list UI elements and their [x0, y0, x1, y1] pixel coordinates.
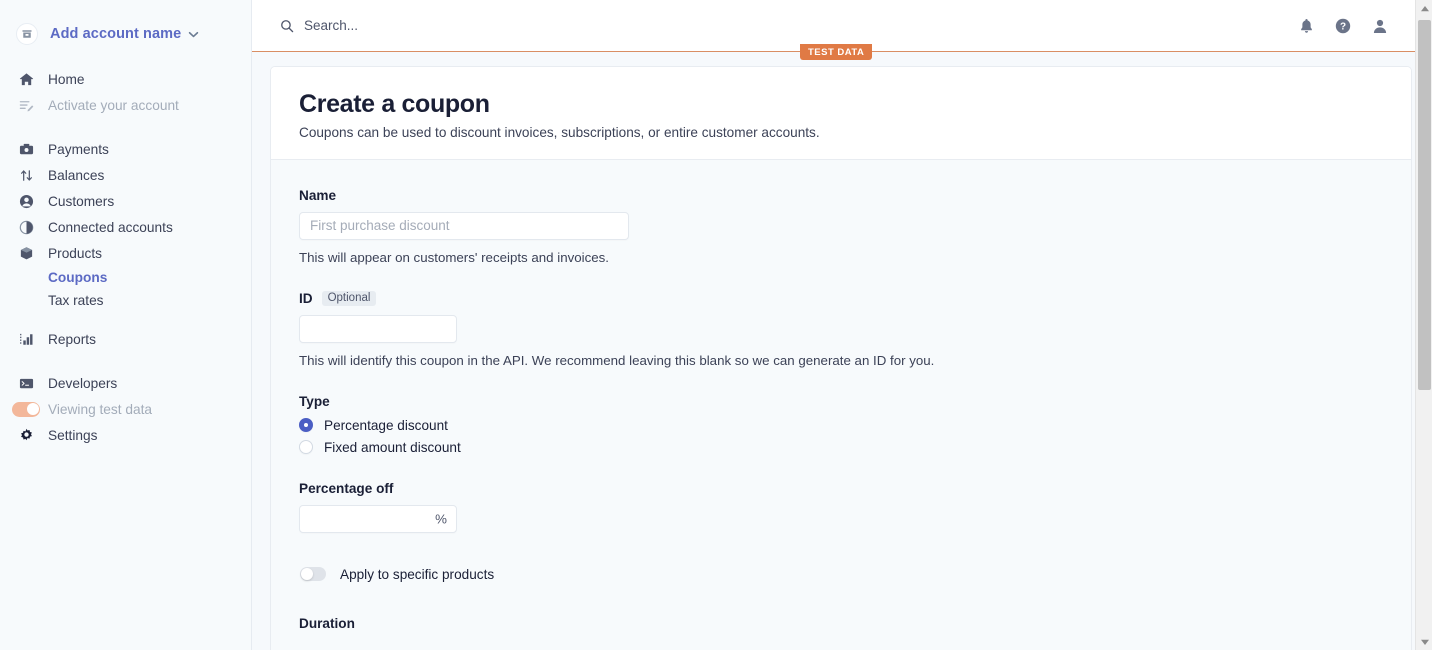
svg-text:?: ? [1340, 21, 1346, 32]
sidebar-item-label: Customers [48, 193, 115, 209]
percentage-off-input-wrap: % [299, 504, 457, 533]
sidebar-item-products[interactable]: Products [0, 240, 251, 266]
field-name: Name This will appear on customers' rece… [299, 188, 1383, 265]
content-scroll-area: Create a coupon Coupons can be used to d… [252, 52, 1432, 650]
sidebar: Add account name Home Activate your acco… [0, 0, 251, 650]
name-helper-text: This will appear on customers' receipts … [299, 249, 609, 265]
toggle-label: Apply to specific products [340, 566, 495, 582]
search-input[interactable]: Search... [280, 18, 1299, 33]
payments-icon [16, 142, 36, 157]
coupon-form-card: Create a coupon Coupons can be used to d… [270, 66, 1412, 650]
sidebar-item-customers[interactable]: Customers [0, 188, 251, 214]
sidebar-item-label: Payments [48, 141, 109, 157]
customers-icon [16, 194, 36, 209]
radio-label: Fixed amount discount [324, 439, 461, 455]
main-area: Search... ? TEST DATA Create a coupon Co… [251, 0, 1432, 650]
field-duration: Duration [299, 616, 1383, 631]
id-helper-text: This will identify this coupon in the AP… [299, 352, 935, 368]
products-icon [16, 246, 36, 261]
connected-accounts-icon [16, 220, 36, 235]
radio-mark-icon [299, 440, 313, 455]
radio-mark-icon [299, 418, 313, 433]
scroll-down-arrow-icon[interactable] [1416, 633, 1432, 650]
account-switcher[interactable]: Add account name [0, 12, 251, 52]
test-data-toggle[interactable] [12, 401, 40, 417]
sidebar-item-label: Balances [48, 167, 105, 183]
nav-group-reports: Reports [0, 326, 251, 352]
sidebar-item-label: Viewing test data [48, 401, 152, 417]
id-label-text: ID [299, 290, 313, 306]
field-percentage-off: Percentage off % [299, 481, 1383, 533]
sidebar-item-connected-accounts[interactable]: Connected accounts [0, 214, 251, 240]
name-label: Name [299, 187, 337, 203]
sidebar-item-viewing-test-data[interactable]: Viewing test data [0, 396, 251, 422]
sidebar-item-label: Activate your account [48, 97, 179, 113]
field-type: Type Percentage discount Fixed amount di… [299, 394, 1383, 455]
card-body: Name This will appear on customers' rece… [271, 159, 1411, 650]
sidebar-item-activate-your-account[interactable]: Activate your account [0, 92, 251, 118]
home-icon [16, 72, 36, 87]
duration-label: Duration [299, 615, 355, 631]
card-header: Create a coupon Coupons can be used to d… [271, 67, 1411, 160]
help-icon[interactable]: ? [1335, 18, 1351, 34]
sidebar-item-label: Settings [48, 427, 98, 443]
optional-badge: Optional [321, 290, 377, 306]
search-placeholder: Search... [304, 18, 359, 33]
nav-group-bottom: Developers Viewing test data Settings [0, 370, 251, 448]
page-subtitle: Coupons can be used to discount invoices… [299, 124, 820, 140]
nav-group-primary: Home Activate your account [0, 66, 251, 118]
store-icon [16, 23, 38, 45]
page-title: Create a coupon [299, 90, 490, 118]
toggle-switch-icon [300, 567, 326, 582]
nav-group-business: Payments Balances Customers Connected ac… [0, 136, 251, 312]
activate-icon [16, 98, 36, 113]
sidebar-item-balances[interactable]: Balances [0, 162, 251, 188]
radio-percentage-discount[interactable]: Percentage discount [299, 418, 1383, 433]
chevron-down-icon [188, 31, 199, 38]
sidebar-item-reports[interactable]: Reports [0, 326, 251, 352]
radio-label: Percentage discount [324, 417, 448, 433]
sidebar-item-developers[interactable]: Developers [0, 370, 251, 396]
developers-icon [16, 376, 36, 391]
sidebar-item-label: Developers [48, 375, 118, 391]
gear-icon [16, 428, 36, 443]
sidebar-item-payments[interactable]: Payments [0, 136, 251, 162]
sidebar-item-label: Products [48, 245, 103, 261]
account-icon[interactable] [1372, 18, 1388, 34]
sidebar-subitem-label: Tax rates [48, 293, 104, 308]
scroll-up-arrow-icon[interactable] [1416, 0, 1432, 17]
sidebar-item-label: Connected accounts [48, 219, 173, 235]
reports-icon [16, 332, 36, 347]
bell-icon[interactable] [1299, 18, 1314, 34]
field-id: ID Optional This will identify this coup… [299, 290, 1383, 368]
sidebar-item-coupons[interactable]: Coupons [0, 266, 251, 289]
topbar-actions: ? [1299, 18, 1388, 34]
app-root: Add account name Home Activate your acco… [0, 0, 1432, 650]
sidebar-item-label: Home [48, 71, 85, 87]
sidebar-item-home[interactable]: Home [0, 66, 251, 92]
id-input[interactable] [299, 314, 457, 343]
sidebar-subitem-label: Coupons [48, 270, 108, 285]
id-label: ID Optional [299, 290, 1383, 306]
balances-icon [16, 168, 36, 183]
scrollbar-thumb[interactable] [1418, 20, 1431, 390]
type-label: Type [299, 393, 330, 409]
page-scrollbar[interactable] [1415, 0, 1432, 650]
radio-fixed-amount-discount[interactable]: Fixed amount discount [299, 440, 1383, 455]
sidebar-item-label: Reports [48, 331, 96, 347]
sidebar-item-settings[interactable]: Settings [0, 422, 251, 448]
percentage-off-input[interactable] [299, 504, 457, 533]
percentage-off-label: Percentage off [299, 480, 394, 496]
test-data-badge: TEST DATA [800, 44, 873, 60]
name-input[interactable] [299, 211, 629, 240]
search-icon [280, 19, 294, 33]
sidebar-item-tax-rates[interactable]: Tax rates [0, 289, 251, 312]
account-name-label: Add account name [50, 26, 182, 42]
apply-to-specific-products-toggle[interactable]: Apply to specific products [299, 567, 1383, 582]
